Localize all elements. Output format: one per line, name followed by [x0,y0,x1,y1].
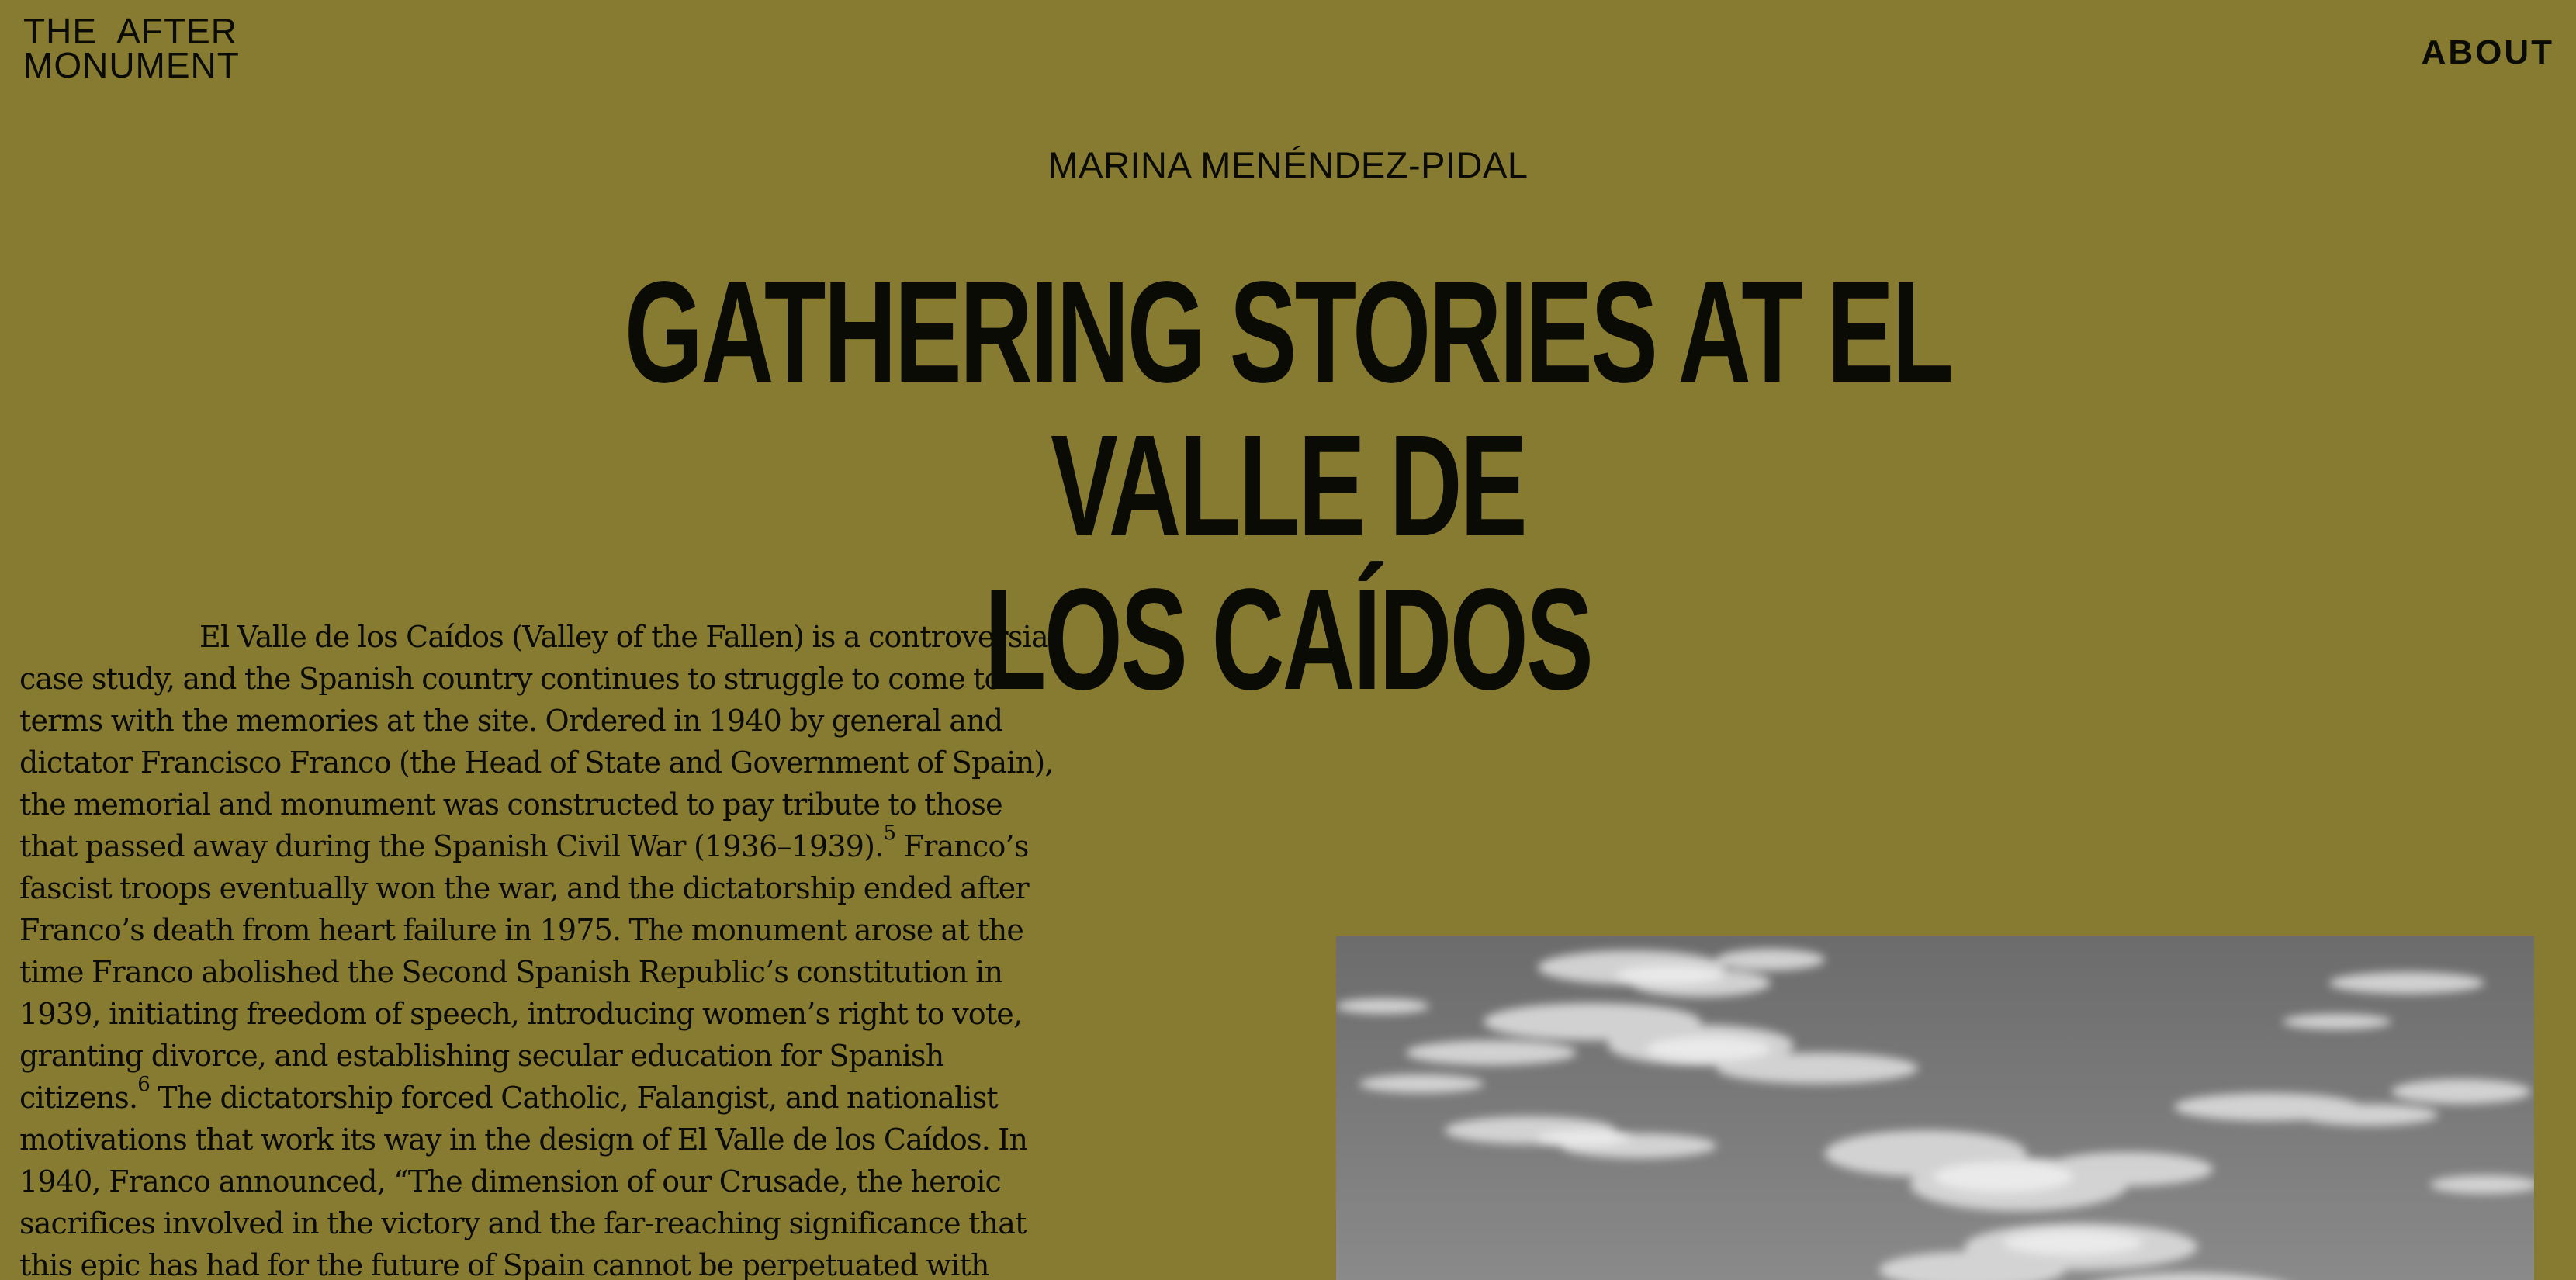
site-logo[interactable]: THE AFTER MONUMENT [23,11,240,85]
footnote-ref-5[interactable]: 5 [884,822,897,845]
article-author: MARINA MENÉNDEZ-PIDAL [1047,144,1529,185]
sky-clouds-image [1336,936,2534,1280]
article-photo-sky-clouds [1336,936,2534,1280]
paragraph-text-part-2: Franco’s fascist troops eventually won t… [19,829,1030,1115]
footnote-ref-6[interactable]: 6 [137,1073,151,1096]
paragraph-text-part-3: The dictatorship forced Catholic, Falang… [19,1081,1028,1280]
paragraph-text-part-1: El Valle de los Caídos (Valley of the Fa… [19,620,1058,863]
article-title-line-2: LOS CAÍDOS [984,559,1594,720]
nav-about-link[interactable]: ABOUT [2422,33,2554,73]
logo-line-2: MONUMENT [23,45,240,85]
article-body-paragraph: El Valle de los Caídos (Valley of the Fa… [19,616,1063,1280]
logo-line-1: THE AFTER [23,11,238,51]
article-title-line-1: GATHERING STORIES AT EL VALLE DE [624,252,1954,566]
